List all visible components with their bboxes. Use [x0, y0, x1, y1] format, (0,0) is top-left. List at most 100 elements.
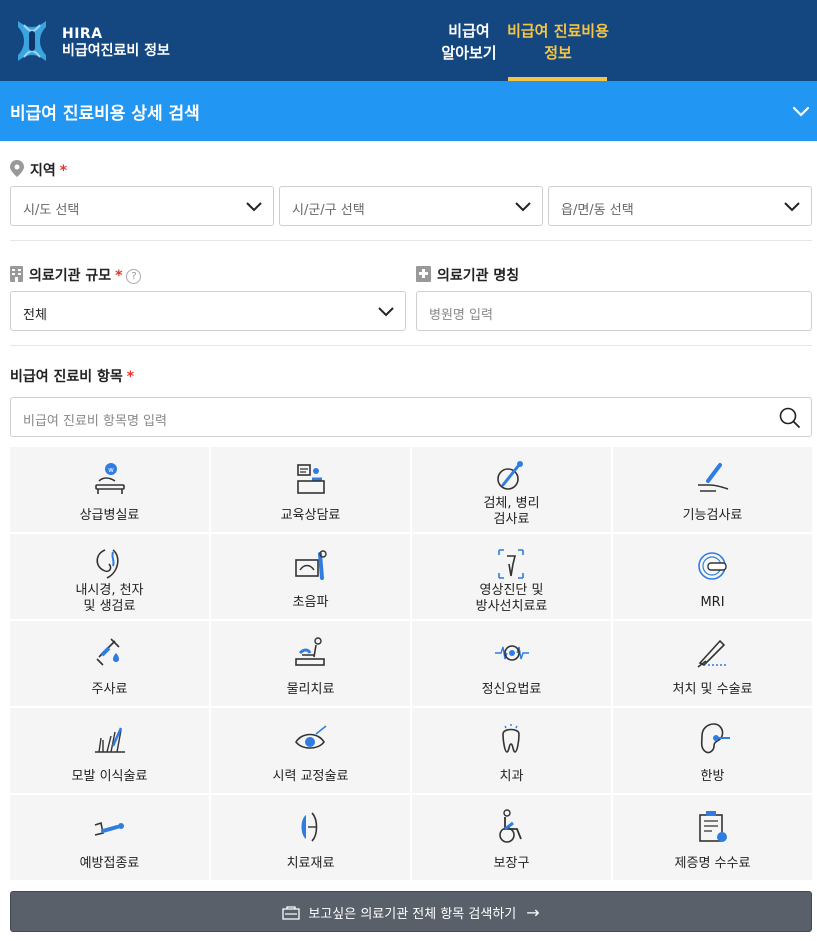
- category-label-line: 주사료: [91, 682, 128, 697]
- required-mark: *: [115, 268, 123, 284]
- nav-item-about[interactable]: 비급여 알아보기: [436, 20, 502, 64]
- site-header: HIRA 비급여진료비 정보 비급여 알아보기 비급여 진료비용 정보: [0, 0, 817, 81]
- chevron-down-icon: [784, 202, 800, 212]
- town-select[interactable]: 읍/면/동 선택: [548, 186, 812, 226]
- category-label-line: 방사선치료료: [475, 599, 548, 614]
- items-label: 비급여 진료비 항목 *: [10, 366, 134, 386]
- item-search-input[interactable]: 비급여 진료비 항목명 입력: [10, 397, 812, 437]
- detail-search-title: 비급여 진료비용 상세 검색: [10, 104, 200, 124]
- nav-item-cost-info[interactable]: 비급여 진료비용 정보: [502, 20, 614, 64]
- category-item[interactable]: 모발 이식술료: [10, 708, 209, 793]
- category-label: 초음파: [211, 595, 410, 611]
- category-label-line: 모발 이식술료: [71, 769, 148, 784]
- hospital-name-input[interactable]: 병원명 입력: [416, 291, 812, 331]
- category-item[interactable]: w 상급병실료: [10, 447, 209, 532]
- chevron-down-icon: [246, 202, 262, 212]
- category-item[interactable]: 영상진단 및 방사선치료료: [412, 534, 611, 619]
- category-item[interactable]: 제증명 수수료: [613, 795, 812, 880]
- category-label: 물리치료: [211, 682, 410, 698]
- nav-cost-line2: 정보: [544, 44, 572, 62]
- category-label-line: 상급병실료: [79, 508, 140, 523]
- category-item[interactable]: 검체, 병리 검사료: [412, 447, 611, 532]
- category-item[interactable]: MRI: [613, 534, 812, 619]
- province-select[interactable]: 시/도 선택: [10, 186, 274, 226]
- category-item[interactable]: 물리치료: [211, 621, 410, 706]
- category-label-line: 기능검사료: [682, 508, 743, 523]
- category-item[interactable]: 주사료: [10, 621, 209, 706]
- brain-wave-icon: [494, 645, 529, 661]
- full-search-button[interactable]: 보고싶은 의료기관 전체 항목 검색하기 →: [10, 891, 812, 932]
- scale-label-text: 의료기관 규모: [29, 268, 112, 284]
- scale-select-value: 전체: [23, 308, 47, 323]
- category-item[interactable]: 기능검사료: [613, 447, 812, 532]
- category-label: 내시경, 천자 및 생검료: [10, 583, 209, 615]
- category-label-line: MRI: [700, 595, 725, 610]
- category-item[interactable]: 정신요법료: [412, 621, 611, 706]
- detail-search-toggle[interactable]: 비급여 진료비용 상세 검색: [0, 81, 817, 141]
- physical-therapy-icon: [294, 637, 325, 666]
- category-item[interactable]: 내시경, 천자 및 생검료: [10, 534, 209, 619]
- category-label-line: 치과: [499, 769, 524, 784]
- town-select-value: 읍/면/동 선택: [561, 203, 634, 218]
- mri-icon: [697, 552, 727, 580]
- full-search-button-content: 보고싶은 의료기관 전체 항목 검색하기 →: [11, 903, 811, 922]
- help-icon[interactable]: ?: [126, 269, 142, 284]
- category-label: 검체, 병리 검사료: [412, 496, 611, 528]
- category-item[interactable]: 치과: [412, 708, 611, 793]
- required-mark: *: [59, 163, 68, 179]
- category-label: 시력 교정술료: [211, 769, 410, 785]
- institution-name-label: 의료기관 명칭: [416, 265, 519, 285]
- divider: [10, 345, 812, 346]
- hira-logo-icon[interactable]: [14, 17, 50, 65]
- search-icon[interactable]: [779, 407, 801, 429]
- lens-material-icon: [301, 812, 317, 842]
- category-label-line: 치료재료: [286, 856, 335, 871]
- category-label: 치료재료: [211, 856, 410, 872]
- category-item[interactable]: 초음파: [211, 534, 410, 619]
- category-label: 상급병실료: [10, 508, 209, 524]
- certificate-icon: [698, 811, 727, 842]
- city-select[interactable]: 시/군/구 선택: [279, 186, 543, 226]
- chevron-down-icon: [792, 106, 810, 117]
- category-label-line: 예방접종료: [79, 856, 140, 871]
- endoscope-icon: [95, 549, 119, 579]
- hospital-name-placeholder: 병원명 입력: [429, 308, 493, 323]
- nav-cost-line1: 비급여 진료비용: [507, 22, 609, 40]
- category-item[interactable]: 치료재료: [211, 795, 410, 880]
- ear-acupuncture-icon: [700, 723, 730, 754]
- category-label-line: 처치 및 수술료: [672, 682, 753, 697]
- category-item[interactable]: 시력 교정술료: [211, 708, 410, 793]
- xray-icon: [497, 549, 524, 579]
- category-item[interactable]: 처치 및 수술료: [613, 621, 812, 706]
- arrow-right-icon: →: [526, 903, 540, 922]
- full-search-button-label: 보고싶은 의료기관 전체 항목 검색하기: [308, 907, 517, 922]
- category-label-line: 보장구: [493, 856, 530, 871]
- category-item[interactable]: 교육상담료: [211, 447, 410, 532]
- category-label: 정신요법료: [412, 682, 611, 698]
- category-label: 한방: [613, 769, 812, 785]
- institution-name-label-text: 의료기관 명칭: [437, 268, 520, 284]
- category-label: 처치 및 수술료: [613, 682, 812, 698]
- required-mark: *: [126, 369, 135, 385]
- scalpel-icon: [697, 639, 728, 668]
- brand-title[interactable]: HIRA 비급여진료비 정보: [62, 26, 170, 60]
- scale-select[interactable]: 전체: [10, 291, 406, 331]
- category-label: 주사료: [10, 682, 209, 698]
- category-label: 교육상담료: [211, 508, 410, 524]
- category-label: MRI: [613, 595, 812, 611]
- category-item[interactable]: 보장구: [412, 795, 611, 880]
- category-label-line: 정신요법료: [481, 682, 542, 697]
- category-label-line: 내시경, 천자: [75, 583, 144, 598]
- province-select-value: 시/도 선택: [23, 203, 80, 218]
- category-item[interactable]: 한방: [613, 708, 812, 793]
- category-label-line: 시력 교정술료: [272, 769, 349, 784]
- category-item[interactable]: 예방접종료: [10, 795, 209, 880]
- hospital-cross-icon: [416, 266, 431, 282]
- wheelchair-icon: [498, 809, 522, 843]
- hospital-bed-icon: w: [94, 463, 125, 494]
- category-label-line: 초음파: [292, 595, 329, 610]
- scale-label: 의료기관 규모 *?: [10, 265, 142, 285]
- category-label-line: 물리치료: [286, 682, 335, 697]
- vaccination-icon: [94, 821, 124, 836]
- location-pin-icon: [10, 160, 24, 177]
